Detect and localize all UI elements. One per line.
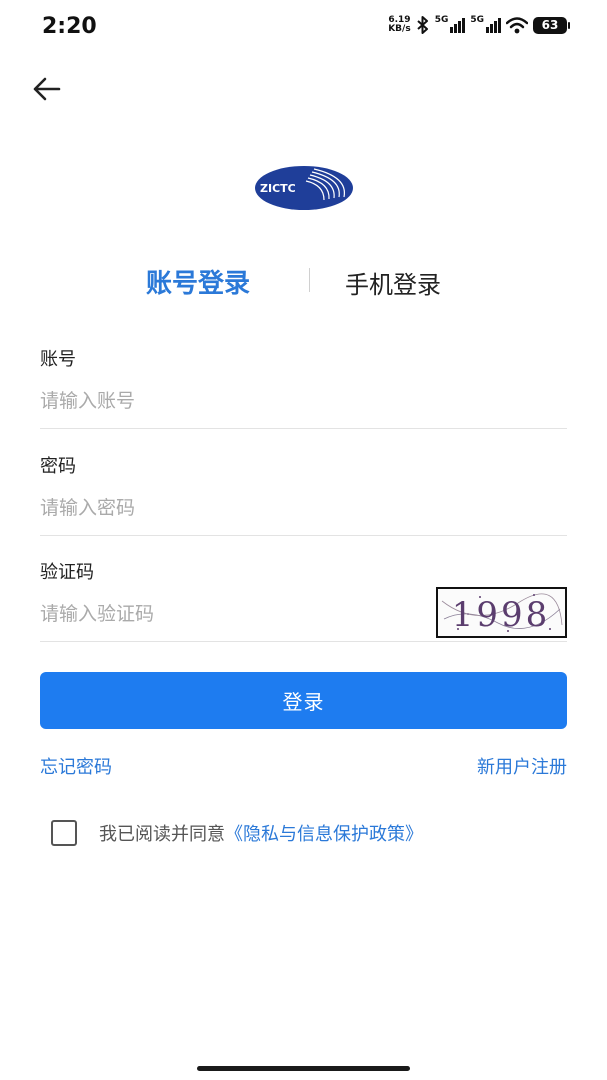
signal-tag: 5G <box>434 14 449 25</box>
password-input[interactable] <box>40 488 567 528</box>
password-divider <box>40 535 567 536</box>
account-label: 账号 <box>40 349 76 370</box>
home-indicator[interactable] <box>197 1066 410 1071</box>
login-button[interactable]: 登录 <box>40 672 567 729</box>
agreement-text: 我已阅读并同意 <box>99 824 225 845</box>
net-speed-unit: KB/s <box>388 24 411 34</box>
bluetooth-icon <box>417 16 428 34</box>
forgot-password-link[interactable]: 忘记密码 <box>40 753 112 779</box>
zictc-logo: ZICTC <box>255 166 353 210</box>
tab-phone-login[interactable]: 手机登录 <box>345 265 441 300</box>
status-bar: 2:20 6.19 KB/s 5G 5G 63 <box>0 0 607 60</box>
status-time: 2:20 <box>42 14 97 39</box>
status-icons: 6.19 KB/s 5G 5G 63 <box>388 14 570 34</box>
captcha-label: 验证码 <box>40 562 94 583</box>
signal-tag-2: 5G <box>470 14 484 25</box>
tab-divider <box>309 268 310 292</box>
captcha-input[interactable] <box>40 594 420 634</box>
register-link[interactable]: 新用户注册 <box>477 753 567 779</box>
account-divider <box>40 428 567 429</box>
back-button[interactable] <box>30 72 64 106</box>
tab-account-login[interactable]: 账号登录 <box>146 263 250 300</box>
account-input[interactable] <box>40 381 567 421</box>
wifi-icon <box>506 16 528 33</box>
captcha-divider <box>40 641 567 642</box>
logo-text: ZICTC <box>260 182 296 195</box>
signal-icon: 5G <box>434 14 466 33</box>
net-speed: 6.19 KB/s <box>388 16 410 34</box>
privacy-policy-link[interactable]: 《隐私与信息保护政策》 <box>225 820 423 846</box>
agreement-checkbox[interactable] <box>51 820 77 846</box>
signal-icon-2: 5G <box>470 14 501 33</box>
battery-icon: 63 <box>533 16 570 34</box>
password-label: 密码 <box>40 456 76 477</box>
login-tabs: 账号登录 手机登录 <box>0 258 607 304</box>
agreement-row: 我已阅读并同意 《隐私与信息保护政策》 <box>51 820 423 846</box>
captcha-code: 1998 <box>452 595 551 635</box>
captcha-image[interactable]: 1998 <box>436 587 567 638</box>
arrow-left-icon <box>33 77 61 101</box>
